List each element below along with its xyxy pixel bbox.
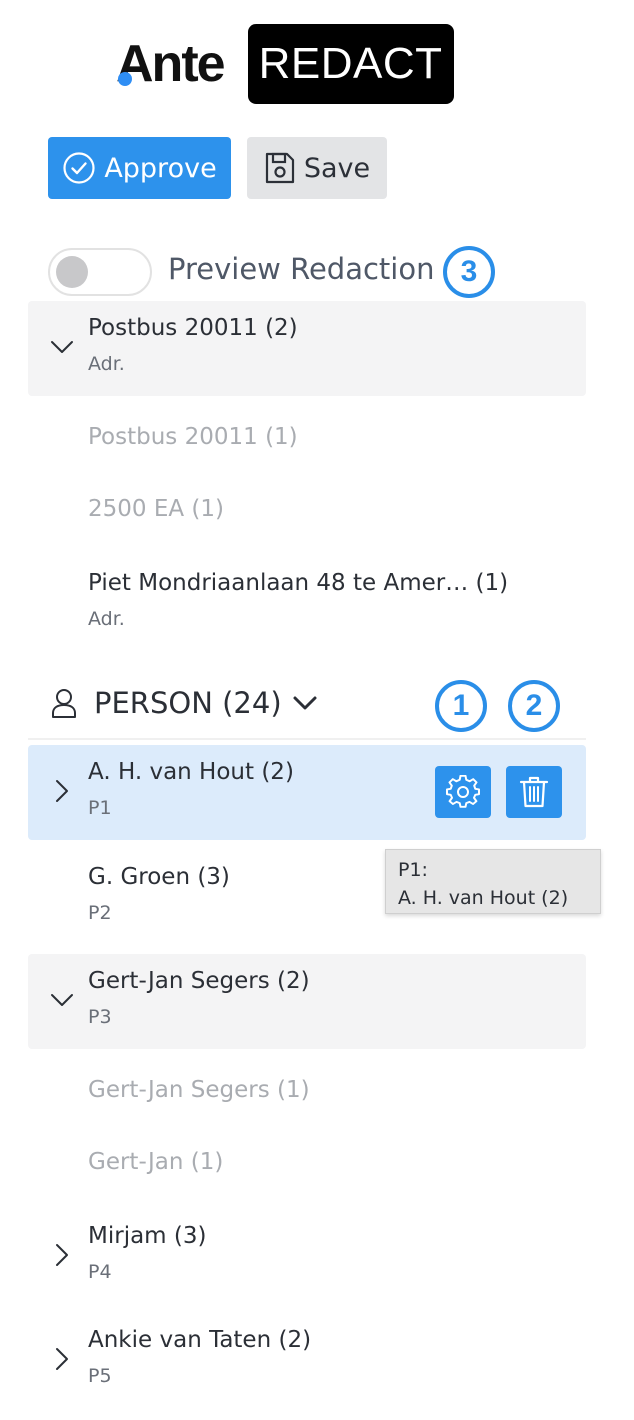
toggle-knob (56, 256, 88, 288)
chevron-down-icon (51, 994, 73, 1006)
chevron-right-icon (56, 780, 68, 802)
row-title: Postbus 20011 (2) (88, 315, 298, 341)
address-variant-row[interactable]: Postbus 20011 (1) (28, 410, 586, 470)
tooltip: P1: A. H. van Hout (2) (385, 849, 601, 914)
callout-badge-2: 2 (508, 680, 560, 732)
section-divider (28, 738, 586, 740)
tooltip-line-2: A. H. van Hout (2) (398, 887, 569, 909)
approve-label: Approve (104, 152, 217, 184)
row-title: Mirjam (3) (88, 1223, 207, 1249)
person-row-p4[interactable]: Mirjam (3) P4 (28, 1209, 586, 1301)
floppy-disk-icon (265, 152, 294, 184)
preview-redaction-label: Preview Redaction (168, 252, 435, 286)
settings-button[interactable] (435, 766, 491, 818)
row-title: Gert-Jan Segers (1) (88, 1077, 310, 1103)
logo: Ante REDACT (116, 24, 454, 104)
row-title: Postbus 20011 (1) (88, 424, 298, 450)
row-title: A. H. van Hout (2) (88, 759, 294, 785)
chevron-down-icon (293, 696, 317, 710)
person-icon (52, 689, 76, 718)
gear-icon (446, 775, 480, 808)
save-label: Save (303, 152, 371, 184)
row-subtitle: Adr. (88, 608, 125, 630)
callout-badge-3: 3 (443, 246, 495, 298)
logo-product: REDACT (247, 24, 454, 104)
row-subtitle: P3 (88, 1006, 112, 1028)
person-variant-row[interactable]: Gert-Jan Segers (1) (28, 1063, 586, 1123)
row-title: 2500 EA (1) (88, 496, 225, 522)
delete-button[interactable] (506, 766, 562, 818)
address-row[interactable]: Piet Mondriaanlaan 48 te Amer… (1) Adr. (28, 556, 586, 640)
logo-dot (118, 72, 132, 86)
address-group-row[interactable]: Postbus 20011 (2) Adr. (28, 301, 586, 396)
chevron-right-icon (56, 1348, 68, 1370)
check-circle-icon (63, 152, 95, 184)
row-subtitle: P1 (88, 797, 112, 819)
person-variant-row[interactable]: Gert-Jan (1) (28, 1135, 586, 1195)
address-variant-row[interactable]: 2500 EA (1) (28, 482, 586, 542)
logo-brand: Ante (116, 35, 226, 93)
row-subtitle: Adr. (88, 353, 125, 375)
row-title: G. Groen (3) (88, 864, 230, 890)
row-title: Ankie van Taten (2) (88, 1327, 312, 1353)
person-row-p5[interactable]: Ankie van Taten (2) P5 (28, 1313, 586, 1405)
row-subtitle: P4 (88, 1261, 112, 1283)
person-section-header[interactable]: PERSON (24) (50, 686, 318, 720)
row-title: Gert-Jan (1) (88, 1149, 224, 1175)
person-row-p3[interactable]: Gert-Jan Segers (2) P3 (28, 954, 586, 1049)
row-subtitle: P2 (88, 902, 112, 924)
trash-icon (519, 776, 549, 808)
person-section-title: PERSON (24) (94, 686, 282, 720)
row-title: Piet Mondriaanlaan 48 te Amer… (1) (88, 570, 509, 596)
approve-button[interactable]: Approve (48, 137, 231, 199)
tooltip-line-1: P1: (398, 859, 428, 881)
chevron-right-icon (56, 1244, 68, 1266)
row-subtitle: P5 (88, 1365, 112, 1387)
chevron-down-icon (51, 341, 73, 353)
save-button[interactable]: Save (247, 137, 387, 199)
preview-redaction-toggle[interactable] (48, 248, 152, 296)
person-row-p1[interactable]: A. H. van Hout (2) P1 (28, 745, 586, 840)
row-title: Gert-Jan Segers (2) (88, 968, 310, 994)
callout-badge-1: 1 (435, 680, 487, 732)
